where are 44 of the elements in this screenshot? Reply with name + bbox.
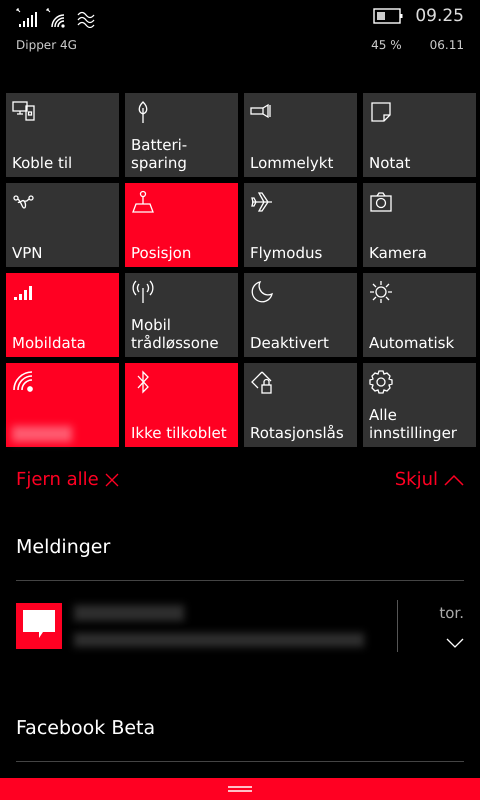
- clear-all-button[interactable]: Fjern alle: [16, 469, 119, 490]
- rotation-lock-icon: [250, 370, 274, 394]
- notification-group-title: Meldinger: [15, 536, 112, 558]
- battery-icon: [373, 8, 404, 24]
- carrier-name: Dipper 4G: [16, 38, 77, 52]
- quick-action-tile[interactable]: Kamera: [363, 183, 476, 267]
- quick-action-tile[interactable]: Notat: [363, 93, 476, 177]
- quick-action-tile[interactable]: Automatisk: [363, 273, 476, 357]
- clock-time: 09.25: [415, 6, 464, 26]
- location-icon: [131, 190, 155, 214]
- quick-action-tile[interactable]: Lommelykt: [244, 93, 357, 177]
- quick-action-tile[interactable]: Posisjon: [125, 183, 238, 267]
- brightness-icon: [369, 280, 393, 304]
- handle-icon: [228, 786, 252, 792]
- camera-icon: [369, 190, 393, 214]
- quick-action-tile[interactable]: VPN: [6, 183, 119, 267]
- quick-action-tile[interactable]: Ikke tilkoblet: [125, 363, 238, 447]
- antenna-icon: [131, 280, 155, 304]
- notification-time: tor.: [439, 604, 464, 622]
- signal-icon: [16, 8, 38, 28]
- redacted-text: [12, 426, 72, 442]
- message-app-icon: [16, 603, 62, 649]
- close-icon: [104, 472, 119, 486]
- quick-action-tile[interactable]: Mobil trådløssone: [125, 273, 238, 357]
- note-icon: [369, 100, 393, 124]
- drag-handle-bar[interactable]: [0, 778, 480, 800]
- moon-icon: [250, 280, 274, 304]
- quick-action-tile[interactable]: Alle innstillinger: [363, 363, 476, 447]
- wifi-icon: [12, 370, 36, 394]
- chevron-up-icon: [444, 474, 464, 486]
- settings-icon: [369, 370, 393, 394]
- quick-action-tile[interactable]: Flymodus: [244, 183, 357, 267]
- quick-action-tile[interactable]: [6, 363, 119, 447]
- battery-percent: 45 %: [371, 38, 402, 52]
- notification-group-title: Facebook Beta: [15, 717, 156, 739]
- quick-action-tile[interactable]: Koble til: [6, 93, 119, 177]
- chevron-down-icon[interactable]: [446, 638, 464, 648]
- quick-action-tile[interactable]: Batteri-sparing: [125, 93, 238, 177]
- quick-action-tile[interactable]: Deaktivert: [244, 273, 357, 357]
- airplane-icon: [250, 190, 274, 214]
- collapse-button[interactable]: Skjul: [394, 469, 464, 490]
- date-text: 06.11: [430, 38, 464, 52]
- quick-action-tile[interactable]: Rotasjonslås: [244, 363, 357, 447]
- quick-action-tile[interactable]: Mobildata: [6, 273, 119, 357]
